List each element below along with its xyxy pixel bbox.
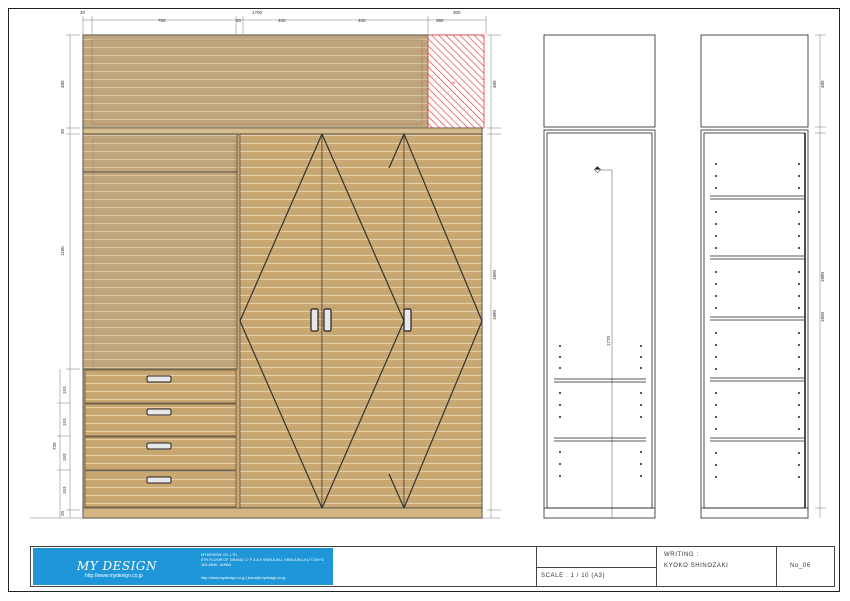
drawers	[84, 369, 237, 508]
dim-top-3: 1700	[252, 10, 263, 15]
dim-left-5: 153	[62, 453, 67, 461]
doors	[239, 133, 483, 509]
hatch-mark: ∞	[452, 80, 456, 86]
dim-right-total: 1880	[492, 309, 497, 320]
dim-left-0: 480	[60, 80, 65, 88]
company-info: MYDESIGN CO.,LTD. 8TH FLOOR OF GRAND 17 …	[201, 553, 331, 569]
writing-label: WRITING :	[664, 552, 699, 558]
writer-name: KYOKO SHINOZAKI	[664, 563, 729, 569]
side-2-pin-holes	[715, 163, 800, 478]
height-marker-icon: ⬘	[594, 164, 601, 174]
dim-left-6: 153	[62, 486, 67, 494]
logo-url: http://www.mydesign.co.jp	[85, 573, 143, 579]
dim-top-2: 20	[236, 18, 242, 23]
dim-right-main: 1800	[492, 269, 497, 280]
dim-right-top: 480	[492, 80, 497, 88]
dim-side2-top: 480	[820, 80, 825, 88]
dim-top-0: 20	[80, 10, 86, 15]
side-elevation-1	[543, 34, 656, 519]
dim-left-2: 1180	[60, 246, 65, 256]
company-city: 163-8650, JAPAN	[201, 563, 232, 568]
dim-left-4: 153	[62, 418, 67, 426]
dim-top-7: 300	[453, 10, 461, 15]
dim-top-1: 750	[158, 18, 166, 23]
dim-left-1: 30	[60, 128, 65, 134]
dim-left-3: 153	[62, 386, 67, 394]
dim-side-view: 1770	[606, 335, 611, 346]
dim-top-4: 400	[278, 18, 286, 23]
sheet-number: No_06	[790, 563, 811, 569]
dim-side2-main: 1800	[820, 311, 825, 322]
company-logo-panel: MY DESIGN http://www.mydesign.co.jp MYDE…	[33, 548, 333, 585]
dim-top-5: 400	[358, 18, 366, 23]
company-logo: MY DESIGN	[77, 559, 157, 573]
dim-top-6: 360	[436, 18, 444, 23]
side-elevation-2	[700, 34, 809, 519]
side-1-pin-holes	[559, 345, 642, 477]
dim-left-8: 20	[60, 510, 65, 516]
dim-left-7: 720	[52, 442, 57, 450]
scale-label: SCALE : 1 / 10 (A3)	[541, 573, 606, 579]
front-elevation: ∞	[82, 34, 485, 519]
company-web: http://www.mydesign.co.jp | bona@mydesig…	[201, 576, 286, 580]
dim-side2-sub: 1880	[820, 271, 825, 282]
elevation-drawing: 20 750 20 1700 400 400 360 300 480 30 11…	[30, 10, 826, 519]
